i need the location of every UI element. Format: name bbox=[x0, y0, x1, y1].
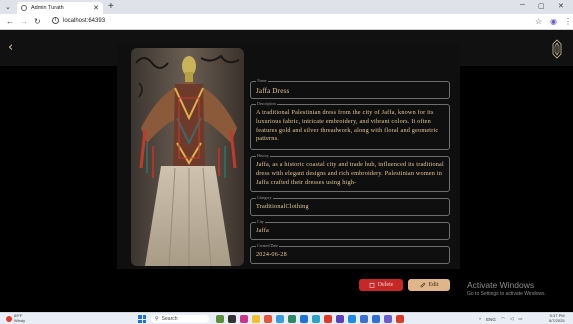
url-field[interactable]: i localhost:64393 bbox=[52, 17, 105, 24]
battery-icon[interactable]: ▭ bbox=[518, 316, 522, 322]
address-bar: ← → ↻ i localhost:64393 ☆ ◉ ⋮ bbox=[0, 14, 573, 30]
system-tray: ^ ENG ◠ ◁ ▭ bbox=[479, 316, 523, 322]
logo-emblem-icon bbox=[552, 39, 562, 59]
app-icon-browser[interactable] bbox=[396, 315, 404, 323]
tab-list-icon[interactable]: ⌄ bbox=[5, 3, 11, 11]
history-label: History bbox=[256, 153, 270, 158]
description-value: A traditional Palestinian dress from the… bbox=[256, 109, 439, 143]
app-icon-word[interactable] bbox=[360, 315, 368, 323]
tray-chevron-icon[interactable]: ^ bbox=[479, 317, 481, 322]
forward-arrow-icon[interactable]: → bbox=[20, 17, 28, 26]
clock-date: 6/7/2025 bbox=[549, 317, 565, 323]
volume-icon[interactable]: ◁ bbox=[510, 316, 513, 322]
url-text: localhost:64393 bbox=[63, 17, 106, 24]
app-icon-edge[interactable] bbox=[276, 315, 284, 323]
weather-alert-icon bbox=[6, 315, 12, 322]
maximize-button[interactable]: ▢ bbox=[538, 2, 545, 10]
close-window-button[interactable]: ✕ bbox=[558, 2, 564, 10]
created-date-label: Created Date bbox=[256, 243, 279, 248]
activate-windows-watermark: Activate Windows Go to Settings to activ… bbox=[467, 280, 546, 297]
name-label: Name bbox=[256, 78, 268, 83]
browser-tab[interactable]: Admin Turath ✕ bbox=[17, 2, 103, 14]
city-field[interactable]: City Jaffa bbox=[250, 219, 450, 240]
taskbar: 69°F Windy ⚲ Search ^ ENG ◠ ◁ ▭ 5:37 PM … bbox=[0, 312, 573, 324]
start-button-icon[interactable] bbox=[138, 315, 146, 323]
weather-widget[interactable]: 69°F Windy bbox=[6, 313, 26, 323]
created-date-field[interactable]: Created Date 2024-06-28 bbox=[250, 243, 450, 264]
tab-favicon-icon bbox=[21, 5, 27, 11]
clock[interactable]: 5:37 PM 6/7/2025 bbox=[549, 313, 565, 324]
history-field[interactable]: History Jaffa, as a historic coastal cit… bbox=[250, 153, 450, 192]
app-icon-chrome[interactable] bbox=[324, 315, 332, 323]
app-icon-azure[interactable] bbox=[372, 315, 380, 323]
description-field[interactable]: Description A traditional Palestinian dr… bbox=[250, 101, 450, 150]
reload-icon[interactable]: ↻ bbox=[34, 17, 41, 26]
app-icon-visualstudio[interactable] bbox=[336, 315, 344, 323]
search-placeholder: Search bbox=[161, 316, 178, 322]
site-info-icon[interactable]: i bbox=[52, 17, 59, 24]
edit-label: Edit bbox=[428, 282, 439, 288]
taskbar-apps bbox=[216, 315, 404, 323]
app-icon-vscode[interactable] bbox=[288, 315, 296, 323]
browser-menu-icon[interactable]: ⋮ bbox=[564, 17, 572, 26]
city-label: City bbox=[256, 219, 265, 224]
pencil-icon bbox=[420, 282, 425, 288]
city-value: Jaffa bbox=[256, 227, 269, 234]
watermark-subtitle: Go to Settings to activate Windows. bbox=[467, 291, 546, 297]
name-value: Jaffa Dress bbox=[256, 87, 290, 95]
delete-label: Delete bbox=[377, 282, 394, 288]
app-icon-vscode-blue[interactable] bbox=[348, 315, 356, 323]
category-label: Category bbox=[256, 195, 273, 200]
app-icon-office[interactable] bbox=[264, 315, 272, 323]
app-icon-taskview[interactable] bbox=[228, 315, 236, 323]
app-icon-files[interactable] bbox=[252, 315, 260, 323]
app-icon-terminal[interactable] bbox=[312, 315, 320, 323]
watermark-title: Activate Windows bbox=[467, 280, 535, 290]
tab-title: Admin Turath bbox=[31, 5, 64, 11]
edit-button[interactable]: Edit bbox=[408, 279, 450, 291]
delete-button[interactable]: Delete bbox=[359, 279, 403, 291]
created-date-value: 2024-06-28 bbox=[256, 251, 287, 258]
tray-lang[interactable]: ENG bbox=[486, 317, 496, 322]
history-value: Jaffa, as a historic coastal city and tr… bbox=[256, 161, 444, 186]
wifi-icon[interactable]: ◠ bbox=[501, 316, 505, 322]
taskbar-search[interactable]: ⚲ Search bbox=[151, 315, 209, 323]
weather-desc: Windy bbox=[14, 317, 26, 323]
app-icon-store[interactable] bbox=[240, 315, 248, 323]
trash-icon bbox=[369, 282, 375, 288]
back-arrow-icon[interactable]: ← bbox=[6, 17, 14, 26]
app-icon-teams[interactable] bbox=[384, 315, 392, 323]
tab-close-icon[interactable]: ✕ bbox=[93, 4, 99, 12]
search-icon: ⚲ bbox=[155, 316, 159, 322]
category-field[interactable]: Category TraditionalClothing bbox=[250, 195, 450, 216]
description-label: Description bbox=[256, 101, 277, 106]
browser-tabbar: ⌄ Admin Turath ✕ + ─ ▢ ✕ bbox=[0, 0, 573, 14]
name-field[interactable]: Name Jaffa Dress bbox=[250, 78, 450, 99]
profile-icon[interactable]: ◉ bbox=[550, 17, 557, 26]
dress-image bbox=[131, 48, 244, 266]
app-icon-widgets[interactable] bbox=[216, 315, 224, 323]
app-icon-mail[interactable] bbox=[300, 315, 308, 323]
category-value: TraditionalClothing bbox=[256, 203, 309, 210]
new-tab-button[interactable]: + bbox=[108, 1, 114, 12]
bookmark-star-icon[interactable]: ☆ bbox=[535, 17, 542, 26]
minimize-button[interactable]: ─ bbox=[520, 2, 525, 9]
